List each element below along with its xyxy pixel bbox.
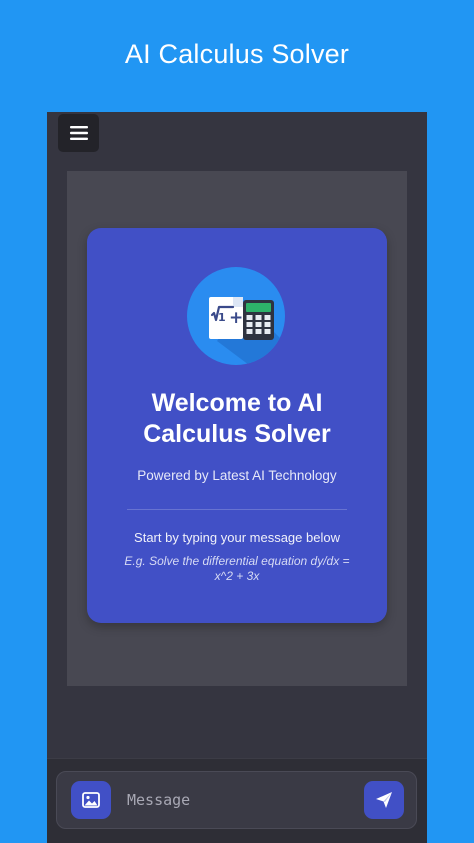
svg-text:1: 1 — [218, 311, 226, 324]
welcome-subtitle: Powered by Latest AI Technology — [137, 468, 337, 483]
send-icon — [376, 792, 392, 808]
message-input-bar — [47, 758, 427, 843]
app-title-text: AI Calculus Solver — [124, 38, 350, 69]
welcome-card: 1 + Welcome to AI Calculus Solver Powere… — [87, 228, 387, 623]
app-title: AI Calculus Solver — [0, 0, 474, 108]
welcome-example: E.g. Solve the differential equation dy/… — [124, 554, 350, 583]
send-button[interactable] — [364, 781, 404, 819]
divider — [127, 509, 347, 510]
attach-image-button[interactable] — [71, 781, 111, 819]
menu-button[interactable] — [58, 114, 99, 152]
chat-area: 1 + Welcome to AI Calculus Solver Powere… — [67, 171, 407, 686]
calculator-math-icon: 1 + — [187, 267, 285, 365]
message-input-box — [56, 771, 417, 829]
welcome-heading: Welcome to AI Calculus Solver — [143, 389, 331, 448]
hamburger-menu-icon — [69, 126, 88, 140]
welcome-hint: Start by typing your message below — [134, 530, 340, 545]
message-input[interactable] — [127, 784, 347, 816]
svg-text:+: + — [229, 308, 243, 328]
image-icon — [82, 792, 100, 808]
app-screen: 1 + Welcome to AI Calculus Solver Powere… — [47, 112, 427, 843]
